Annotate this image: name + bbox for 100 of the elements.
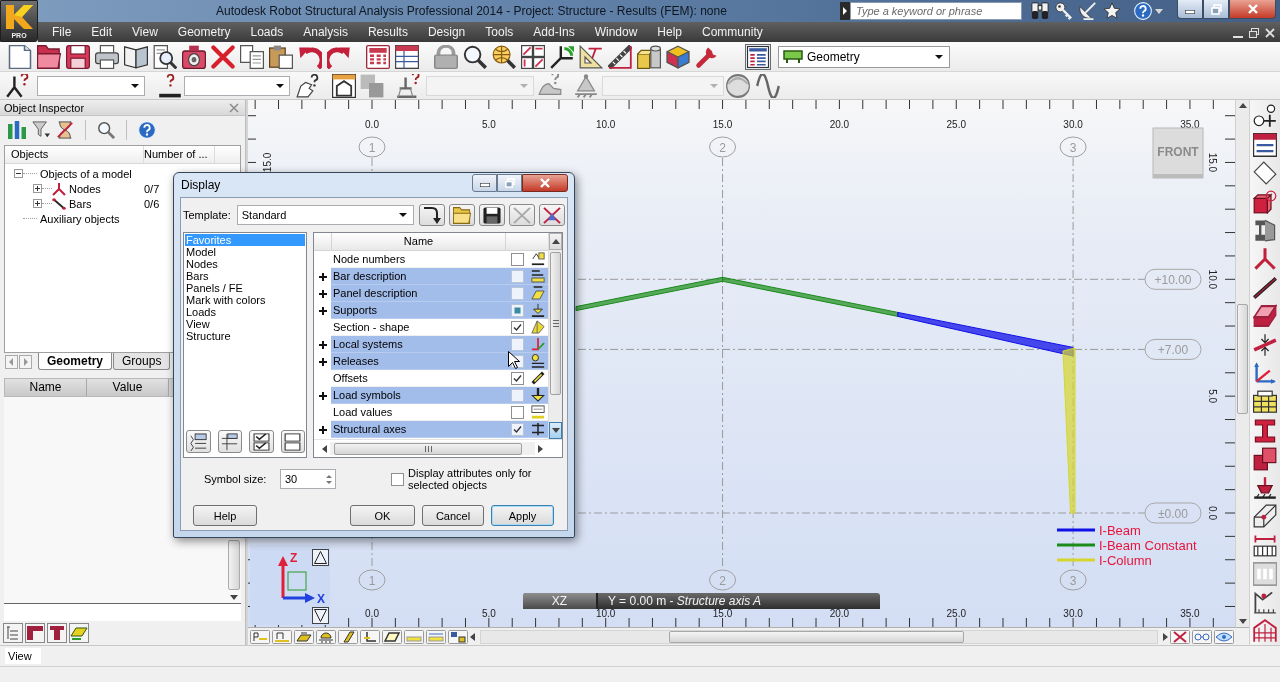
house-frame-icon[interactable] bbox=[332, 73, 356, 98]
dimension-band-icon[interactable] bbox=[426, 629, 446, 644]
checkbox[interactable] bbox=[510, 371, 524, 385]
arrow-left-icon[interactable] bbox=[322, 444, 327, 453]
menu-item[interactable]: Edit bbox=[81, 22, 123, 42]
expand-icon[interactable] bbox=[317, 288, 328, 299]
tab[interactable]: Groups bbox=[113, 353, 171, 370]
category-item[interactable]: Bars bbox=[185, 270, 305, 282]
view-plane-label[interactable]: XZ bbox=[523, 593, 598, 609]
arrow-right-icon[interactable] bbox=[538, 444, 543, 453]
table-row[interactable]: Local systems bbox=[331, 336, 548, 353]
ruler-icon[interactable] bbox=[608, 44, 632, 69]
menu-item[interactable]: Results bbox=[357, 22, 418, 42]
close-button[interactable] bbox=[1229, 0, 1276, 19]
arrow-left-icon[interactable] bbox=[470, 632, 475, 641]
axes-rotation-icon[interactable] bbox=[550, 44, 574, 69]
node-icon[interactable] bbox=[1253, 246, 1277, 271]
hourglass-icon[interactable] bbox=[56, 121, 74, 139]
menu-item[interactable]: Design bbox=[417, 22, 476, 42]
calculator-icon[interactable] bbox=[366, 44, 390, 69]
table-row[interactable]: Node numbers bbox=[331, 251, 548, 268]
menu-item[interactable]: File bbox=[42, 22, 82, 42]
expand-icon[interactable] bbox=[317, 305, 328, 316]
slash-icon[interactable] bbox=[338, 629, 358, 644]
satellite-dish-icon[interactable] bbox=[1079, 2, 1097, 20]
menu-item[interactable]: Tools bbox=[475, 22, 524, 42]
checkbox[interactable] bbox=[510, 422, 524, 436]
shape-query-icon[interactable] bbox=[296, 73, 320, 98]
table-row[interactable]: Structural axes bbox=[331, 421, 548, 438]
support-dome-icon[interactable] bbox=[316, 629, 336, 644]
slab-tag-icon[interactable] bbox=[294, 629, 314, 644]
expand-icon[interactable] bbox=[33, 184, 42, 193]
table-row[interactable]: Bar description bbox=[331, 268, 548, 285]
node-numbering-icon[interactable] bbox=[1253, 104, 1277, 128]
copy-pages-icon[interactable] bbox=[240, 44, 264, 69]
menu-item[interactable]: Window bbox=[584, 22, 648, 42]
curved-arrow-left-icon[interactable] bbox=[298, 44, 322, 69]
scrollbar-thumb[interactable] bbox=[550, 252, 561, 395]
profile-icon[interactable] bbox=[25, 623, 45, 643]
member-dimension-icon[interactable] bbox=[1253, 332, 1277, 357]
arrow-right-icon[interactable] bbox=[1163, 632, 1168, 641]
node-tag-icon[interactable] bbox=[250, 629, 270, 644]
menu-item[interactable]: View bbox=[122, 22, 168, 42]
magnifier-icon[interactable] bbox=[463, 44, 487, 69]
bar-columns-icon[interactable] bbox=[8, 121, 26, 139]
triangle-down-icon[interactable] bbox=[312, 607, 329, 624]
scroll-down-button[interactable] bbox=[549, 422, 562, 439]
dialog-button[interactable]: OK bbox=[350, 505, 415, 526]
document-icon[interactable] bbox=[8, 44, 32, 69]
expand-icon[interactable] bbox=[317, 339, 328, 350]
expand-icon[interactable] bbox=[317, 356, 328, 367]
category-item[interactable]: Panels / FE bbox=[185, 282, 305, 294]
box-and-cylinder-icon[interactable] bbox=[637, 44, 661, 69]
scrollbar-thumb[interactable] bbox=[669, 630, 964, 643]
arrow-down-icon[interactable] bbox=[1238, 619, 1247, 624]
collapse-icon[interactable] bbox=[14, 169, 23, 178]
expand-icon[interactable] bbox=[33, 199, 42, 208]
table-row[interactable]: Offsets bbox=[331, 370, 548, 387]
dialog-button[interactable]: Cancel bbox=[422, 505, 484, 526]
panel-icon[interactable] bbox=[1253, 504, 1277, 529]
tree-item[interactable]: Bars bbox=[69, 197, 92, 210]
list-tool-button[interactable] bbox=[249, 430, 274, 453]
filter-icon[interactable] bbox=[32, 121, 50, 139]
category-item[interactable]: Nodes bbox=[185, 258, 305, 270]
grid-table-icon[interactable] bbox=[1253, 389, 1277, 414]
minimize-button[interactable] bbox=[1177, 0, 1203, 19]
category-item[interactable]: Mark with colors bbox=[185, 294, 305, 306]
key-icon[interactable] bbox=[1055, 2, 1073, 20]
menu-item[interactable]: Loads bbox=[240, 22, 294, 42]
horizontal-scrollbar[interactable] bbox=[480, 629, 1158, 644]
building-frame-icon[interactable] bbox=[1253, 618, 1277, 643]
restore-button[interactable] bbox=[1203, 0, 1229, 19]
list-tool-button[interactable] bbox=[217, 430, 242, 453]
category-item[interactable]: View bbox=[185, 318, 305, 330]
bar-line-icon[interactable] bbox=[1253, 275, 1277, 300]
checkbox[interactable] bbox=[510, 337, 524, 351]
i-section-icon[interactable] bbox=[1253, 418, 1277, 443]
printer-icon[interactable] bbox=[95, 44, 119, 69]
minimize-button[interactable] bbox=[472, 174, 497, 192]
template-dropdown[interactable]: Standard bbox=[236, 205, 414, 225]
folder-icon[interactable] bbox=[37, 44, 61, 69]
bar-query-icon[interactable] bbox=[158, 73, 182, 98]
support-query-icon[interactable] bbox=[396, 73, 420, 98]
cube-icon[interactable] bbox=[1253, 189, 1277, 214]
padlock-icon[interactable] bbox=[434, 44, 458, 69]
category-item[interactable]: Structure bbox=[185, 330, 305, 342]
menu-item[interactable]: Analysis bbox=[293, 22, 358, 42]
checkbox[interactable] bbox=[510, 252, 524, 266]
axes-icon[interactable] bbox=[1253, 361, 1277, 386]
ruler-frame-icon[interactable] bbox=[1253, 590, 1277, 615]
cross-icon[interactable] bbox=[211, 44, 235, 69]
layout-dropdown[interactable]: Geometry bbox=[778, 45, 950, 68]
menu-item[interactable]: Geometry bbox=[167, 22, 241, 42]
expand-icon[interactable] bbox=[317, 271, 328, 282]
binoculars-icon[interactable] bbox=[1031, 2, 1049, 20]
list-tool-button[interactable] bbox=[186, 430, 211, 453]
symbol-size-field[interactable]: 30 bbox=[280, 469, 336, 489]
help-icon[interactable] bbox=[1134, 2, 1152, 20]
globe-magnifier-icon[interactable] bbox=[492, 44, 516, 69]
dialog-button[interactable]: Apply bbox=[491, 505, 554, 526]
